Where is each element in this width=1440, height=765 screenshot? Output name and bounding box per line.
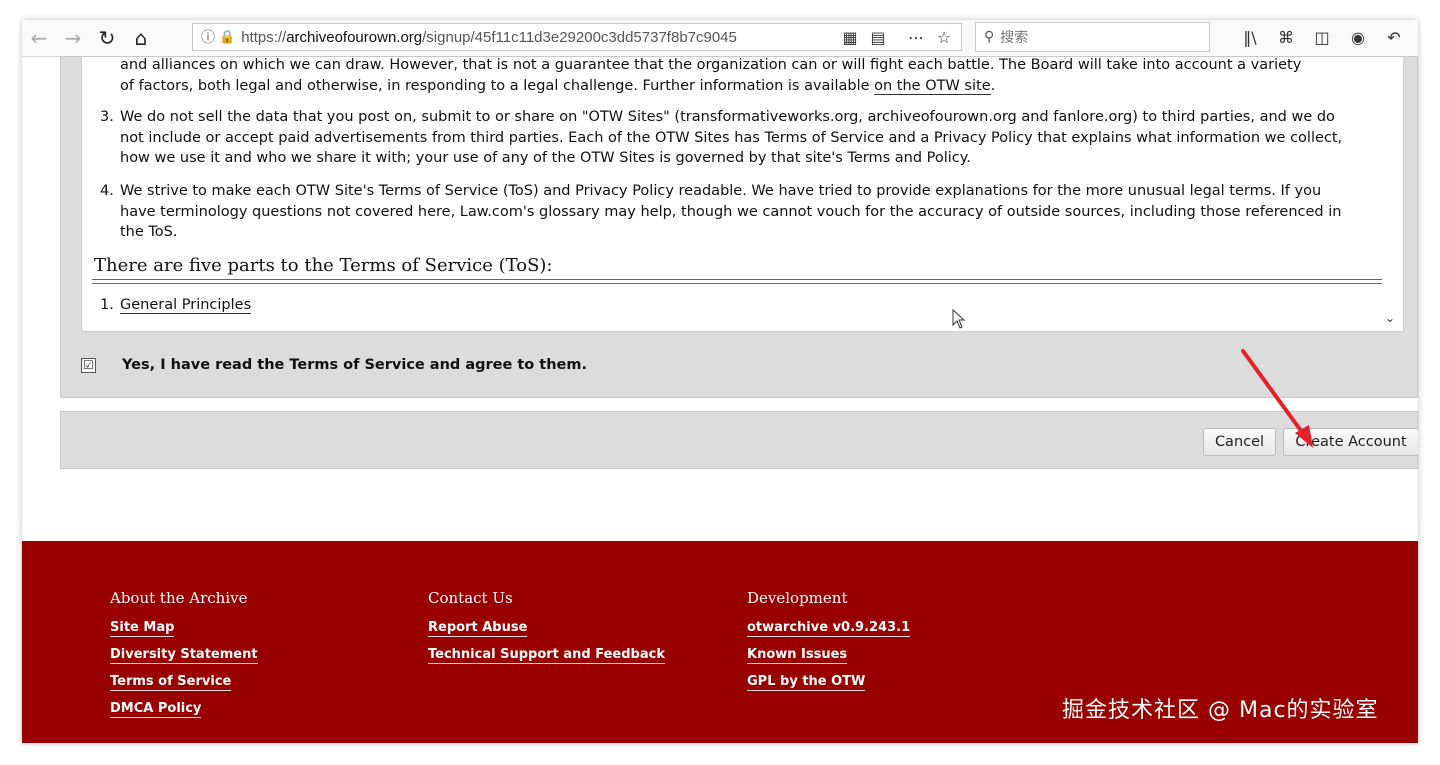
lock-icon: 🔒 (219, 29, 236, 45)
search-placeholder: 搜索 (1000, 30, 1029, 46)
otw-site-link[interactable]: on the OTW site (874, 77, 991, 95)
footer-col-about: About the Archive Site Map Diversity Sta… (110, 589, 258, 727)
qr-icon[interactable]: ▦ (839, 26, 861, 48)
tos-item-4: 4. We strive to make each OTW Site's Ter… (100, 181, 1350, 243)
footer-col-development: Development otwarchive v0.9.243.1 Known … (747, 589, 911, 700)
known-issues-link[interactable]: Known Issues (747, 646, 848, 664)
watermark: 掘金技术社区 @ Mac的实验室 (1062, 698, 1379, 723)
forward-icon[interactable]: → (56, 23, 90, 53)
dmca-policy-link[interactable]: DMCA Policy (110, 700, 202, 718)
gpl-link[interactable]: GPL by the OTW (747, 673, 866, 691)
terms-of-service-link[interactable]: Terms of Service (110, 673, 232, 691)
browser-toolbar: ← → ↻ ⌂ ⓘ 🔒 https://archiveofourown.org/… (22, 20, 1418, 57)
technical-support-link[interactable]: Technical Support and Feedback (428, 646, 665, 664)
agree-checkbox[interactable]: ☑ (81, 357, 96, 373)
home-icon[interactable]: ⌂ (124, 23, 158, 53)
red-arrow-annotation (1241, 349, 1313, 448)
tos-item-2-tail: and alliances on which we can draw. Howe… (120, 57, 1350, 96)
tos-text-line: of factors, both legal and otherwise, in… (120, 77, 996, 95)
browser-window: ← → ↻ ⌂ ⓘ 🔒 https://archiveofourown.org/… (22, 20, 1418, 743)
url-text[interactable]: https://archiveofourown.org/signup/45f11… (241, 29, 801, 46)
list-number: 3. (100, 109, 114, 125)
diversity-statement-link[interactable]: Diversity Statement (110, 646, 258, 664)
tos-item-3-text: We do not sell the data that you post on… (120, 109, 1343, 166)
star-icon[interactable]: ☆ (933, 26, 955, 48)
general-principles-link[interactable]: General Principles (120, 297, 252, 314)
undo-icon[interactable]: ↶ (1380, 24, 1408, 50)
report-abuse-link[interactable]: Report Abuse (428, 619, 528, 637)
footer-col-contact: Contact Us Report Abuse Technical Suppor… (428, 589, 665, 673)
site-map-link[interactable]: Site Map (110, 619, 175, 637)
divider (92, 279, 1382, 284)
page-content: and alliances on which we can draw. Howe… (22, 56, 1418, 743)
library-icon[interactable]: ‖\ (1236, 24, 1264, 50)
footer-heading: About the Archive (110, 589, 248, 607)
otwarchive-version-link[interactable]: otwarchive v0.9.243.1 (747, 619, 911, 637)
tos-text-line: and alliances on which we can draw. Howe… (120, 57, 1302, 73)
more-icon[interactable]: ⋯ (905, 26, 927, 48)
search-icon: ⚲ (984, 29, 995, 45)
footer-heading: Contact Us (428, 589, 513, 607)
footer-heading: Development (747, 589, 848, 607)
chevron-down-icon[interactable]: ⌄ (1385, 311, 1395, 325)
mouse-cursor-icon (952, 309, 966, 329)
url-bar[interactable]: ⓘ 🔒 https://archiveofourown.org/signup/4… (192, 23, 962, 51)
back-icon[interactable]: ← (22, 23, 56, 53)
form-actions: Cancel Create Account (60, 411, 1418, 469)
tos-scroll-box[interactable]: and alliances on which we can draw. Howe… (81, 57, 1404, 332)
extension-icon[interactable]: ◉ (1344, 24, 1372, 50)
list-number: 4. (100, 183, 114, 199)
search-bar[interactable]: ⚲ 搜索 (975, 22, 1210, 52)
agree-row: ☑ Yes, I have read the Terms of Service … (81, 357, 587, 373)
tos-part-1: 1. General Principles (100, 295, 1350, 316)
tos-item-3: 3. We do not sell the data that you post… (100, 107, 1350, 169)
crop-icon[interactable]: ⌘ (1272, 24, 1300, 50)
tos-item-4-text: We strive to make each OTW Site's Terms … (120, 183, 1342, 240)
list-number: 1. (100, 297, 114, 313)
reader-icon[interactable]: ▤ (867, 26, 889, 48)
info-icon[interactable]: ⓘ (201, 27, 215, 47)
tos-parts-heading: There are five parts to the Terms of Ser… (94, 255, 553, 276)
sidebar-icon[interactable]: ◫ (1308, 24, 1336, 50)
agree-label[interactable]: Yes, I have read the Terms of Service an… (122, 357, 587, 373)
reload-icon[interactable]: ↻ (90, 23, 124, 53)
tos-panel: and alliances on which we can draw. Howe… (60, 56, 1418, 398)
